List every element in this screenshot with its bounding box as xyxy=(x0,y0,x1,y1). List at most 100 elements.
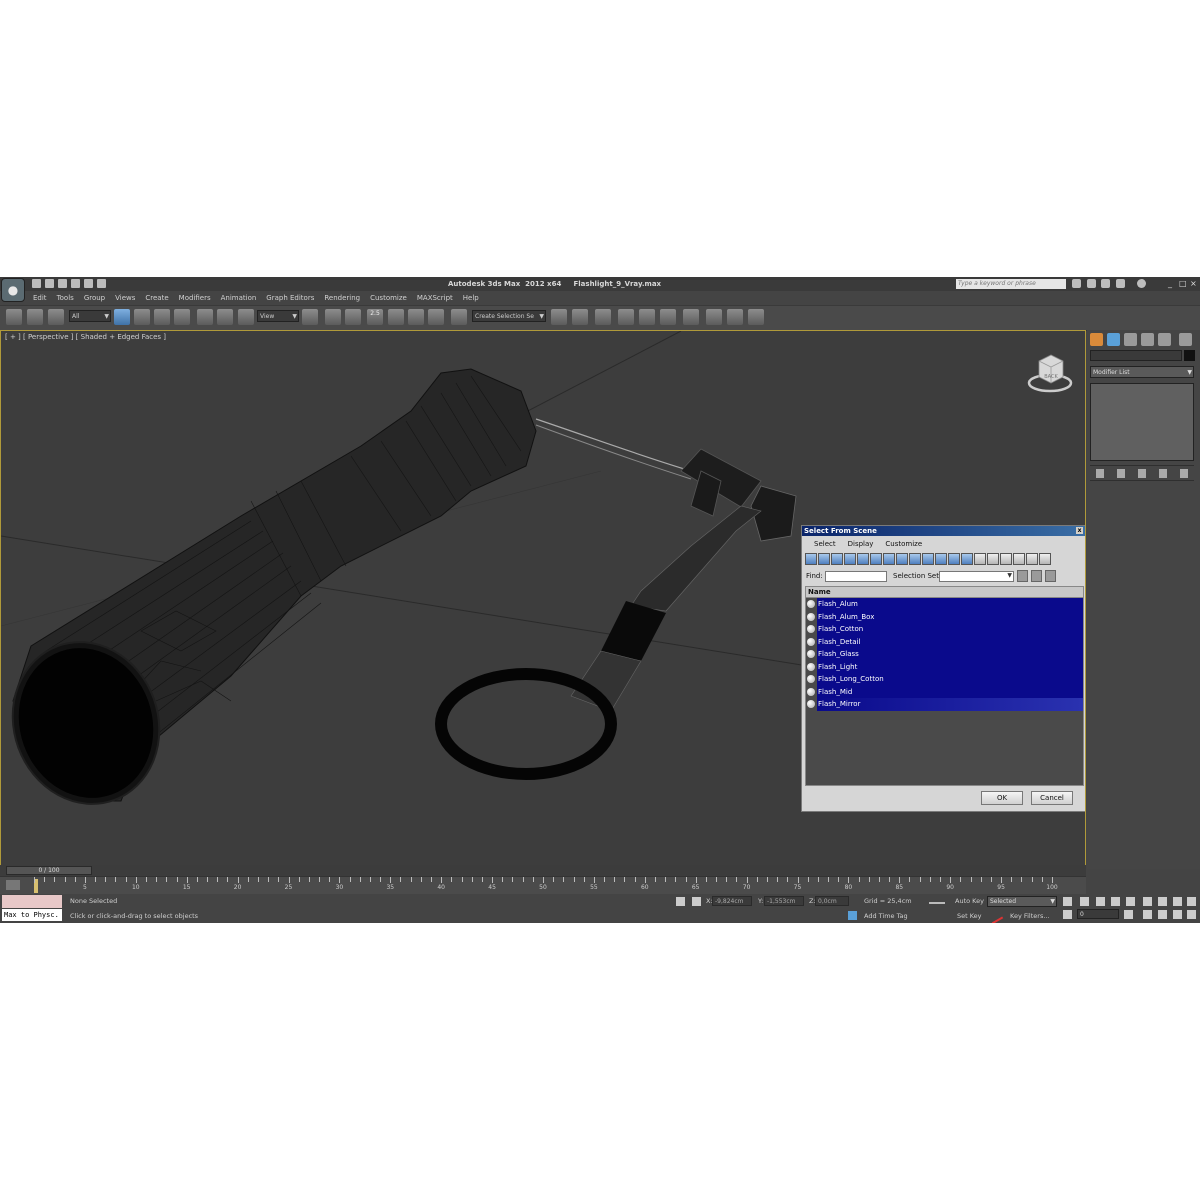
mini-curve-editor-icon[interactable] xyxy=(6,880,20,890)
rectangular-selection-icon[interactable] xyxy=(154,309,170,325)
display-tab-icon[interactable] xyxy=(1158,333,1171,346)
modifier-stack[interactable] xyxy=(1090,383,1194,461)
menu-item-tools[interactable]: Tools xyxy=(52,292,79,304)
key-mode-toggle-icon[interactable] xyxy=(1063,910,1072,919)
reference-coordinate-dropdown[interactable]: View xyxy=(257,310,299,323)
menu-item-modifiers[interactable]: Modifiers xyxy=(174,292,216,304)
menu-item-animation[interactable]: Animation xyxy=(216,292,262,304)
save-file-icon[interactable] xyxy=(58,279,67,288)
redo-icon[interactable] xyxy=(84,279,93,288)
delete-selection-set-icon[interactable] xyxy=(1045,570,1056,582)
maxscript-listener-output[interactable] xyxy=(2,895,62,908)
set-key-icon[interactable] xyxy=(929,902,945,912)
menu-item-group[interactable]: Group xyxy=(79,292,110,304)
render-production-icon[interactable] xyxy=(748,309,764,325)
pivot-center-icon[interactable] xyxy=(302,309,318,325)
current-frame-field[interactable]: 0 xyxy=(1077,909,1119,919)
list-item[interactable]: Flash_Mid xyxy=(806,685,1083,698)
communication-center-icon[interactable] xyxy=(1087,279,1096,288)
time-slider[interactable]: 0 / 100 xyxy=(0,865,1086,876)
move-icon[interactable] xyxy=(197,309,213,325)
key-filters-button[interactable]: Key Filters... xyxy=(1010,912,1050,920)
menu-item-create[interactable]: Create xyxy=(140,292,173,304)
ok-button[interactable]: OK xyxy=(981,791,1023,805)
modify-tab-icon[interactable] xyxy=(1107,333,1120,346)
filter-options-icon[interactable] xyxy=(1039,553,1051,565)
perspective-viewport[interactable]: [ + ] [ Perspective ] [ Shaded + Edged F… xyxy=(0,330,1086,923)
restore-button[interactable]: □ xyxy=(1179,279,1187,288)
new-file-icon[interactable] xyxy=(32,279,41,288)
auto-key-button[interactable]: Auto Key xyxy=(955,897,984,905)
object-name-field[interactable] xyxy=(1090,350,1182,361)
find-input[interactable] xyxy=(825,571,887,582)
default-in-out-tangent-icon[interactable] xyxy=(986,907,1004,923)
menu-item-graph-editors[interactable]: Graph Editors xyxy=(261,292,319,304)
application-menu-button[interactable]: ● xyxy=(1,278,25,302)
display-cameras-icon[interactable] xyxy=(857,553,869,565)
display-xrefs-icon[interactable] xyxy=(909,553,921,565)
key-mode-dropdown[interactable]: Selected xyxy=(987,896,1057,907)
time-tag-icon[interactable] xyxy=(848,911,857,920)
menu-item-views[interactable]: Views xyxy=(110,292,140,304)
menu-item-help[interactable]: Help xyxy=(458,292,484,304)
list-item[interactable]: Flash_Long_Cotton xyxy=(806,673,1083,686)
rotate-icon[interactable] xyxy=(217,309,233,325)
absolute-mode-icon[interactable] xyxy=(692,897,701,906)
viewcube-icon[interactable]: BACK xyxy=(1027,349,1073,393)
zoom-extents-all-icon[interactable] xyxy=(1187,897,1196,906)
display-lights-icon[interactable] xyxy=(844,553,856,565)
dialog-menu-select[interactable]: Select xyxy=(808,539,842,550)
menu-item-maxscript[interactable]: MAXScript xyxy=(412,292,458,304)
z-coordinate-field[interactable]: 0,0cm xyxy=(815,896,849,906)
display-none-icon[interactable] xyxy=(805,553,817,565)
material-editor-icon[interactable] xyxy=(683,309,699,325)
configure-modifier-sets-icon[interactable] xyxy=(1179,468,1188,478)
display-shapes-icon[interactable] xyxy=(831,553,843,565)
list-item[interactable]: Flash_Detail xyxy=(806,635,1083,648)
add-time-tag-button[interactable]: Add Time Tag xyxy=(864,912,908,920)
maximize-viewport-icon[interactable] xyxy=(1187,910,1196,919)
frame-counter[interactable]: 0 / 100 xyxy=(6,866,92,875)
zoom-icon[interactable] xyxy=(1143,897,1152,906)
menu-item-rendering[interactable]: Rendering xyxy=(319,292,365,304)
object-list[interactable]: Name Flash_Alum Flash_Alum_Box Flash_Cotto… xyxy=(805,586,1084,786)
display-helpers-icon[interactable] xyxy=(870,553,882,565)
maxscript-listener-input[interactable]: Max to Physc. xyxy=(2,909,62,921)
previous-frame-icon[interactable] xyxy=(1080,897,1089,906)
graphite-ribbon-icon[interactable] xyxy=(618,309,634,325)
display-all-icon[interactable] xyxy=(974,553,986,565)
select-invert-icon[interactable] xyxy=(1013,553,1025,565)
selection-filter-dropdown[interactable]: All xyxy=(69,310,111,323)
list-item[interactable]: Flash_Alum xyxy=(806,598,1083,611)
zoom-extents-icon[interactable] xyxy=(1173,897,1182,906)
create-selection-set-icon[interactable] xyxy=(1017,570,1028,582)
selection-set-dropdown[interactable] xyxy=(939,571,1014,582)
unlink-icon[interactable] xyxy=(27,309,43,325)
utilities-tab-icon[interactable] xyxy=(1179,333,1192,346)
list-item[interactable]: Flash_Cotton xyxy=(806,623,1083,636)
go-to-end-icon[interactable] xyxy=(1126,897,1135,906)
select-by-name-icon[interactable] xyxy=(134,309,150,325)
orbit-icon[interactable] xyxy=(1173,910,1182,919)
binoculars-icon[interactable] xyxy=(1072,279,1081,288)
display-containers-icon[interactable] xyxy=(935,553,947,565)
x-coordinate-field[interactable]: -9,824cm xyxy=(712,896,752,906)
spinner-snap-icon[interactable] xyxy=(428,309,444,325)
menu-item-edit[interactable]: Edit xyxy=(28,292,52,304)
track-bar[interactable]: 5 10 15 20 25 30 35 40 45 50 55 60 65 70 75 80 85 90 95 100 xyxy=(0,876,1086,895)
undo-icon[interactable] xyxy=(71,279,80,288)
align-icon[interactable] xyxy=(572,309,588,325)
keyboard-shortcut-override-icon[interactable] xyxy=(345,309,361,325)
help-search-input[interactable]: Type a keyword or phrase xyxy=(956,279,1066,289)
edit-named-selection-icon[interactable] xyxy=(451,309,467,325)
pan-view-icon[interactable] xyxy=(1158,910,1167,919)
filter-icon[interactable] xyxy=(1026,553,1038,565)
display-bones-icon[interactable] xyxy=(922,553,934,565)
favorites-star-icon[interactable] xyxy=(1116,279,1125,288)
angle-snap-icon[interactable] xyxy=(388,309,404,325)
select-all-icon[interactable] xyxy=(987,553,999,565)
snaps-toggle-icon[interactable]: 2.5 xyxy=(367,309,383,325)
select-none-icon[interactable] xyxy=(1000,553,1012,565)
go-to-start-icon[interactable] xyxy=(1063,897,1072,906)
render-setup-icon[interactable] xyxy=(706,309,722,325)
